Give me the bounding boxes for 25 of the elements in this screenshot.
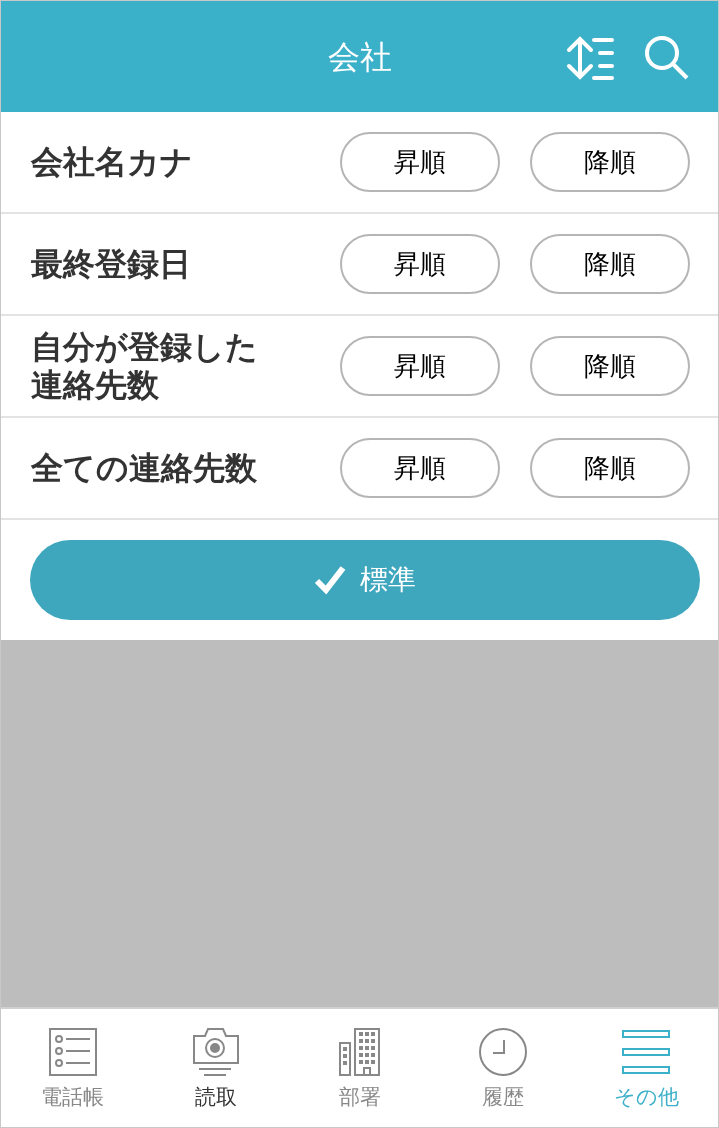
sort-label: 会社名カナ xyxy=(31,143,194,181)
ascending-button[interactable]: 昇順 xyxy=(340,336,500,396)
ascending-button[interactable]: 昇順 xyxy=(340,234,500,294)
clock-icon xyxy=(478,1028,527,1077)
descending-button[interactable]: 降順 xyxy=(530,336,690,396)
search-icon[interactable] xyxy=(644,35,690,81)
tab-item[interactable]: 履歴 xyxy=(431,1009,575,1127)
check-icon xyxy=(314,565,346,595)
sort-icon[interactable] xyxy=(566,36,616,80)
list-icon xyxy=(48,1028,97,1077)
ascending-button[interactable]: 昇順 xyxy=(340,132,500,192)
ascending-button[interactable]: 昇順 xyxy=(340,438,500,498)
tab-item[interactable]: 読取 xyxy=(144,1009,288,1127)
sort-label: 最終登録日 xyxy=(31,245,192,283)
tab-item[interactable]: 電話帳 xyxy=(1,1009,145,1127)
header-title: 会社 xyxy=(327,36,392,78)
descending-button[interactable]: 降順 xyxy=(530,132,690,192)
building-icon xyxy=(338,1028,381,1077)
sort-label: 自分が登録した連絡先数 xyxy=(31,328,259,404)
camera-icon xyxy=(191,1028,242,1077)
descending-button[interactable]: 降順 xyxy=(530,438,690,498)
sort-label: 全ての連絡先数 xyxy=(31,449,258,487)
tab-item[interactable]: 部署 xyxy=(287,1009,432,1127)
menu-icon xyxy=(622,1030,671,1077)
descending-button[interactable]: 降順 xyxy=(530,234,690,294)
